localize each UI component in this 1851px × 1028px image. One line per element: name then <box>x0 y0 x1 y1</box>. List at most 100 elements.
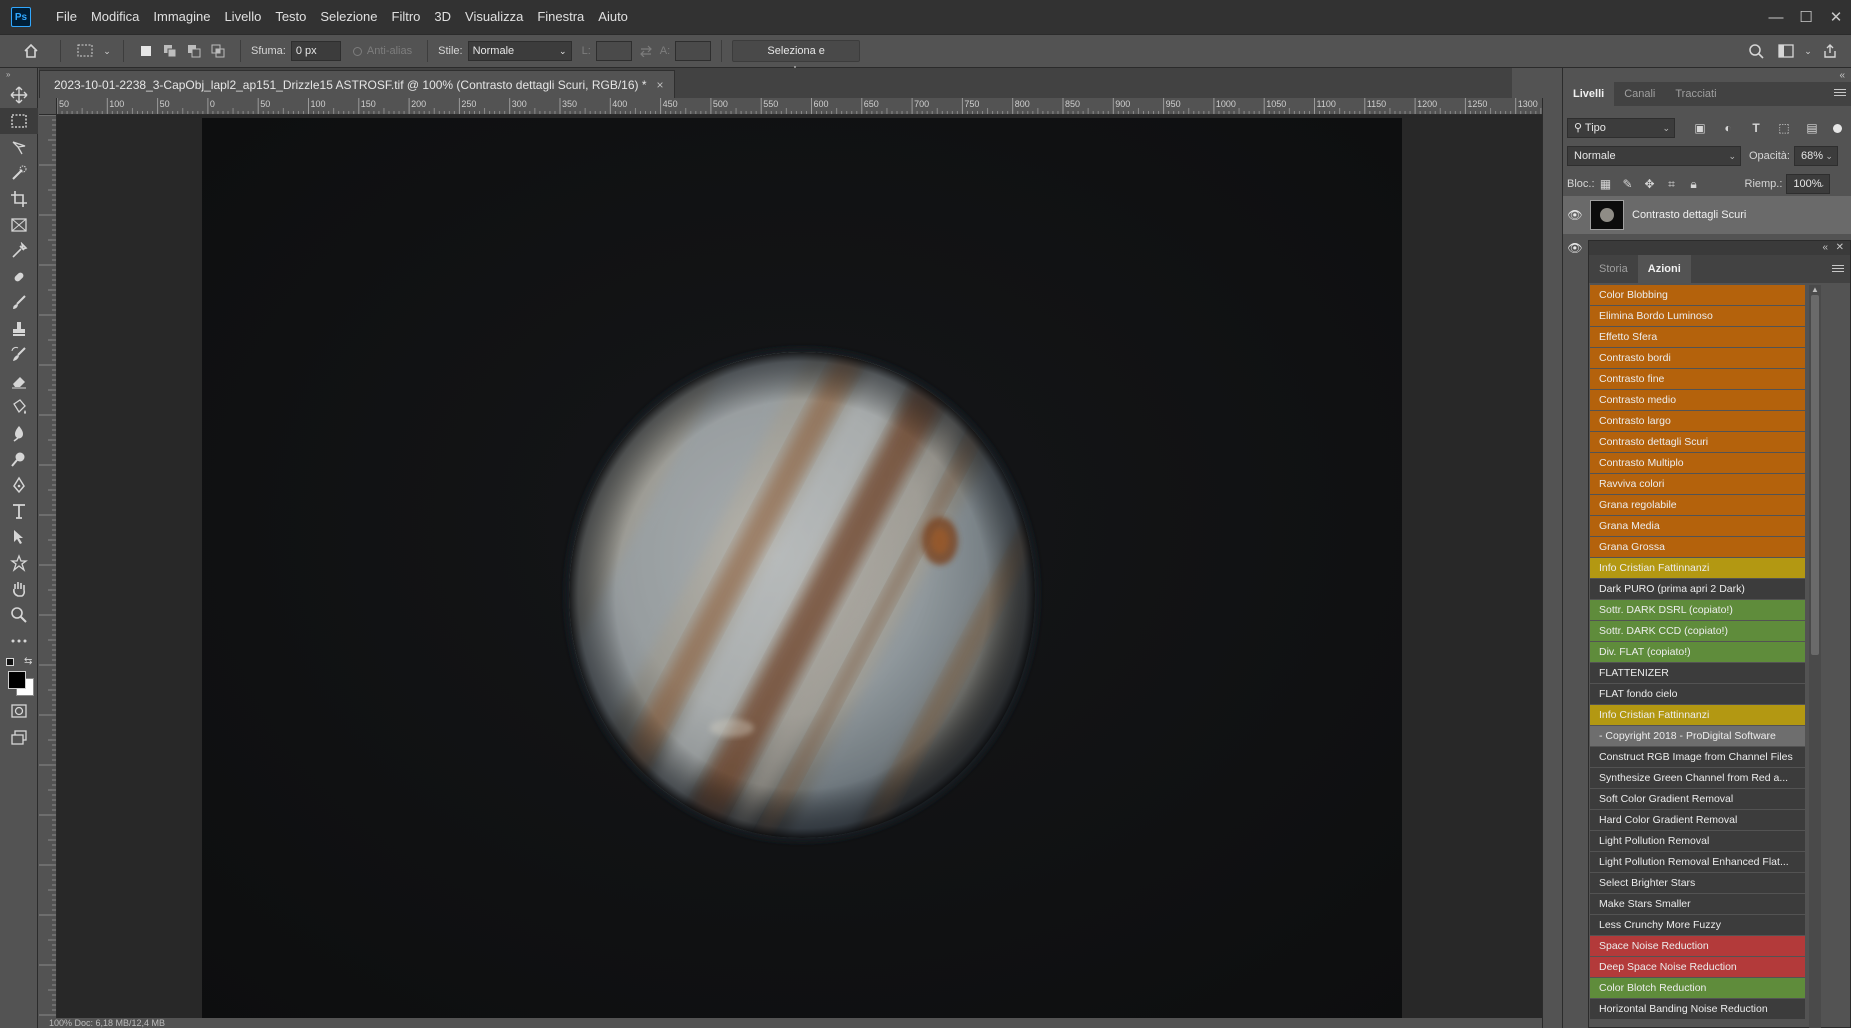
workspace-icon[interactable] <box>1771 40 1801 62</box>
menu-visualizza[interactable]: Visualizza <box>458 0 530 34</box>
action-item[interactable]: - Copyright 2018 - ProDigital Software <box>1590 726 1805 746</box>
action-item[interactable]: Soft Color Gradient Removal <box>1590 789 1805 809</box>
tab-history[interactable]: Storia <box>1589 255 1638 283</box>
action-item[interactable]: Grana Media <box>1590 516 1805 536</box>
filter-smart-object-icon[interactable]: ▤ <box>1804 120 1820 136</box>
swap-dimensions-icon[interactable] <box>632 40 660 62</box>
menu-3d[interactable]: 3D <box>427 0 458 34</box>
filter-type-icon[interactable]: T <box>1748 120 1764 136</box>
action-item[interactable]: Construct RGB Image from Channel Files <box>1590 747 1805 767</box>
action-item[interactable]: Space Noise Reduction <box>1590 936 1805 956</box>
scrollbar-thumb[interactable] <box>1811 295 1819 655</box>
close-window-button[interactable]: ✕ <box>1821 0 1851 34</box>
action-item[interactable]: Light Pollution Removal <box>1590 831 1805 851</box>
fill-input[interactable]: 100% ⌄ <box>1786 174 1831 194</box>
visibility-eye-icon[interactable]: 👁︎ <box>1563 236 1587 260</box>
path-selection-tool-icon[interactable] <box>0 524 38 550</box>
rectangular-marquee-tool-icon[interactable] <box>0 108 38 134</box>
lock-artboard-icon[interactable]: ⌗ <box>1664 176 1680 192</box>
menu-livello[interactable]: Livello <box>217 0 268 34</box>
actions-scrollbar[interactable]: ▲ <box>1809 285 1821 1028</box>
preset-chevron-icon[interactable]: ⌄ <box>101 40 113 62</box>
clone-stamp-tool-icon[interactable] <box>0 316 38 342</box>
close-panel-icon[interactable]: ✕ <box>1836 241 1844 255</box>
width-input[interactable] <box>595 41 632 61</box>
opacity-input[interactable]: 68% ⌄ <box>1793 146 1838 166</box>
lock-all-icon[interactable]: 🔒︎ <box>1686 176 1702 192</box>
frame-tool-icon[interactable] <box>0 212 38 238</box>
filter-shape-icon[interactable]: ⬚ <box>1776 120 1792 136</box>
crop-tool-icon[interactable] <box>0 186 38 212</box>
gradient-tool-icon[interactable] <box>0 394 38 420</box>
action-item[interactable]: Deep Space Noise Reduction <box>1590 957 1805 977</box>
hand-tool-icon[interactable] <box>0 576 38 602</box>
action-item[interactable]: Sottr. DARK CCD (copiato!) <box>1590 621 1805 641</box>
feather-input[interactable]: 0 px <box>290 41 341 61</box>
rectangular-marquee-preset-icon[interactable] <box>71 40 101 62</box>
subtract-from-selection-icon[interactable] <box>182 40 206 62</box>
action-item[interactable]: Contrasto bordi <box>1590 348 1805 368</box>
zoom-tool-icon[interactable] <box>0 602 38 628</box>
search-icon[interactable] <box>1741 40 1771 62</box>
filter-pixel-icon[interactable]: ▣ <box>1692 120 1708 136</box>
lasso-tool-icon[interactable] <box>0 134 38 160</box>
foreground-color-swatch[interactable] <box>8 671 26 689</box>
expand-toolbar-icon[interactable]: » <box>0 68 37 82</box>
collapse-panel-icon[interactable]: « <box>1822 241 1828 255</box>
action-item[interactable]: Make Stars Smaller <box>1590 894 1805 914</box>
quick-mask-icon[interactable] <box>0 698 38 724</box>
style-select[interactable]: Normale ⌄ <box>467 41 572 61</box>
minimize-button[interactable]: — <box>1761 0 1791 34</box>
action-item[interactable]: Hard Color Gradient Removal <box>1590 810 1805 830</box>
antialias-checkbox[interactable] <box>352 46 362 56</box>
action-item[interactable]: Effetto Sfera <box>1590 327 1805 347</box>
menu-testo[interactable]: Testo <box>268 0 313 34</box>
floating-panel-header[interactable]: « ✕ <box>1589 241 1850 255</box>
menu-file[interactable]: File <box>49 0 84 34</box>
photoshop-logo[interactable]: Ps <box>11 7 31 27</box>
scroll-up-icon[interactable]: ▲ <box>1811 285 1819 294</box>
default-colors-icon[interactable] <box>6 658 14 666</box>
action-item[interactable]: Contrasto dettagli Scuri <box>1590 432 1805 452</box>
eyedropper-tool-icon[interactable] <box>0 238 38 264</box>
layer-filter-select[interactable]: ⚲ Tipo ⌄ <box>1567 118 1675 138</box>
document-image[interactable] <box>202 118 1402 1018</box>
menu-aiuto[interactable]: Aiuto <box>591 0 635 34</box>
action-item[interactable]: Grana Grossa <box>1590 537 1805 557</box>
document-tab[interactable]: 2023-10-01-2238_3-CapObj_lapl2_ap151_Dri… <box>39 70 675 98</box>
share-icon[interactable] <box>1815 40 1845 62</box>
intersect-selection-icon[interactable] <box>206 40 230 62</box>
brush-tool-icon[interactable] <box>0 290 38 316</box>
lock-transparent-icon[interactable]: ▦ <box>1598 176 1614 192</box>
select-and-mask-button[interactable]: Seleziona e maschera... <box>732 40 861 77</box>
dodge-tool-icon[interactable] <box>0 446 38 472</box>
action-item[interactable]: Synthesize Green Channel from Red a... <box>1590 768 1805 788</box>
tab-paths[interactable]: Tracciati <box>1665 82 1726 106</box>
action-item[interactable]: Sottr. DARK DSRL (copiato!) <box>1590 600 1805 620</box>
actions-panel-menu-icon[interactable] <box>1832 263 1844 275</box>
new-selection-icon[interactable] <box>134 40 158 62</box>
add-to-selection-icon[interactable] <box>158 40 182 62</box>
filter-toggle-icon[interactable] <box>1833 123 1842 133</box>
menu-modifica[interactable]: Modifica <box>84 0 146 34</box>
home-icon[interactable] <box>12 40 50 62</box>
action-item[interactable]: Color Blobbing <box>1590 285 1805 305</box>
action-item[interactable]: Horizontal Banding Noise Reduction <box>1590 999 1805 1019</box>
pen-tool-icon[interactable] <box>0 472 38 498</box>
custom-shape-tool-icon[interactable] <box>0 550 38 576</box>
eraser-tool-icon[interactable] <box>0 368 38 394</box>
action-item[interactable]: Light Pollution Removal Enhanced Flat... <box>1590 852 1805 872</box>
action-item[interactable]: Contrasto largo <box>1590 411 1805 431</box>
tab-actions[interactable]: Azioni <box>1637 255 1691 283</box>
action-item[interactable]: Dark PURO (prima apri 2 Dark) <box>1590 579 1805 599</box>
action-item[interactable]: Less Crunchy More Fuzzy <box>1590 915 1805 935</box>
blur-tool-icon[interactable] <box>0 420 38 446</box>
lock-image-icon[interactable]: ✎ <box>1620 176 1636 192</box>
action-item[interactable]: Ravviva colori <box>1590 474 1805 494</box>
action-item[interactable]: Info Cristian Fattinnanzi <box>1590 558 1805 578</box>
action-item[interactable]: Info Cristian Fattinnanzi <box>1590 705 1805 725</box>
lock-position-icon[interactable]: ✥ <box>1642 176 1658 192</box>
action-item[interactable]: FLATTENIZER <box>1590 663 1805 683</box>
action-item[interactable]: FLAT fondo cielo <box>1590 684 1805 704</box>
menu-selezione[interactable]: Selezione <box>313 0 384 34</box>
